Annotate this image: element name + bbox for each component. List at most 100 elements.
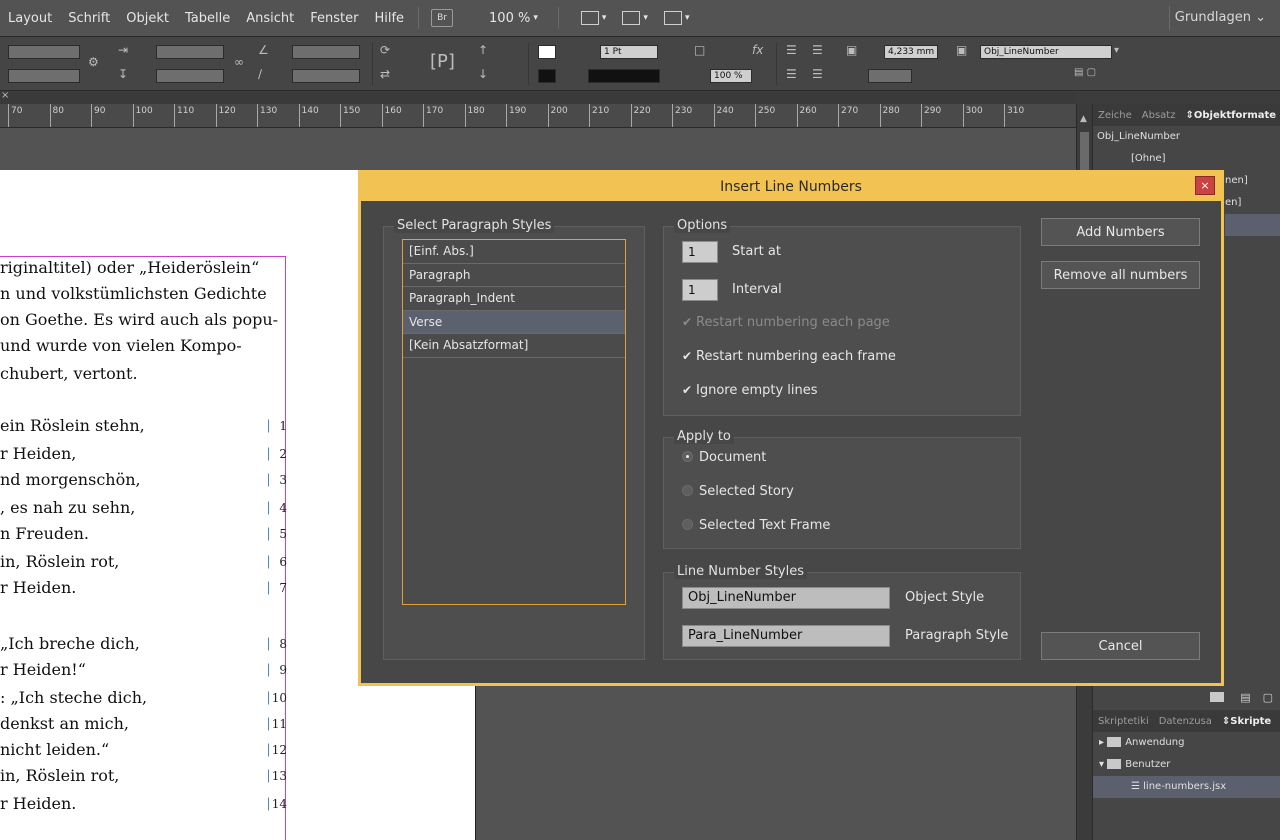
line-number-frame[interactable]: 12: [268, 743, 287, 757]
workspace-switcher[interactable]: Grundlagen ⌄: [1175, 10, 1266, 25]
paragraph-style-item-selected[interactable]: Verse: [403, 310, 625, 334]
tab-data-merge[interactable]: Datenzusa: [1154, 716, 1217, 727]
restart-each-page-checkbox[interactable]: ✔ Restart numbering each page: [682, 315, 890, 330]
line-number-frame[interactable]: 13: [268, 769, 287, 783]
effects-icon[interactable]: fx: [752, 43, 763, 57]
flip-icon[interactable]: ⇄: [380, 67, 390, 81]
chevron-down-icon[interactable]: ▾: [602, 13, 607, 23]
close-icon[interactable]: ×: [1, 90, 9, 101]
frame-fitting-icon[interactable]: □: [694, 43, 705, 57]
script-folder-user[interactable]: ▾ Benutzer: [1093, 754, 1280, 776]
delete-icon[interactable]: ▢: [1263, 691, 1273, 704]
line-number-frame[interactable]: 3: [268, 473, 287, 487]
tab-character[interactable]: Zeiche: [1093, 110, 1137, 121]
scroll-up-icon[interactable]: ▲: [1080, 114, 1087, 124]
add-numbers-button[interactable]: Add Numbers: [1041, 218, 1200, 246]
script-folder-application[interactable]: ▸ Anwendung: [1093, 732, 1280, 754]
line-number-frame[interactable]: 4: [268, 501, 287, 515]
line-number-frame[interactable]: 10: [268, 691, 287, 705]
tab-object-styles[interactable]: ⇕Objektformate: [1180, 110, 1280, 121]
folder-icon: [1107, 737, 1122, 747]
restart-each-frame-checkbox[interactable]: ✔ Restart numbering each frame: [682, 349, 896, 364]
menu-layout[interactable]: Layout: [0, 11, 60, 26]
paragraph-style-item[interactable]: [Einf. Abs.]: [403, 240, 625, 264]
object-style-item[interactable]: [Ohne]: [1093, 148, 1280, 170]
menu-objekt[interactable]: Objekt: [118, 11, 177, 26]
line-number-frame[interactable]: 5: [268, 527, 287, 541]
height-field[interactable]: [156, 69, 224, 83]
menu-schrift[interactable]: Schrift: [60, 11, 118, 26]
chevron-down-icon[interactable]: ▾: [533, 13, 538, 23]
zoom-level[interactable]: 100 %: [489, 11, 530, 26]
line-number-frame[interactable]: 14: [268, 797, 287, 811]
chevron-right-icon[interactable]: ▸: [1099, 737, 1104, 748]
paragraph-style-input[interactable]: Para_LineNumber: [682, 625, 890, 647]
select-content-icon[interactable]: ↓: [478, 67, 488, 81]
paragraph-style-item[interactable]: [Kein Absatzformat]: [403, 334, 625, 358]
distribute-center-icon[interactable]: ☰: [812, 67, 823, 81]
interval-input[interactable]: 1: [682, 279, 718, 301]
tab-script-label[interactable]: Skriptetiki: [1093, 716, 1154, 727]
reference-point-icon[interactable]: ⚙: [88, 55, 99, 69]
align-left-icon[interactable]: ☰: [786, 43, 797, 57]
start-at-input[interactable]: 1: [682, 241, 718, 263]
menu-fenster[interactable]: Fenster: [302, 11, 366, 26]
line-number-frame[interactable]: 7: [268, 581, 287, 595]
rotation-field[interactable]: [292, 45, 360, 59]
line-number-frame[interactable]: 2: [268, 447, 287, 461]
object-style-item-selected[interactable]: [1225, 214, 1280, 236]
tab-scripts[interactable]: ⇕Skripte: [1217, 716, 1276, 727]
bridge-button[interactable]: Br: [431, 9, 454, 27]
stroke-swatch[interactable]: [538, 69, 556, 83]
line-number-frame[interactable]: 1: [268, 419, 287, 433]
x-position-field[interactable]: [8, 45, 80, 59]
remove-all-numbers-button[interactable]: Remove all numbers: [1041, 261, 1200, 289]
paragraph-styles-list[interactable]: [Einf. Abs.] Paragraph Paragraph_Indent …: [402, 239, 626, 605]
corner-shape-select[interactable]: [868, 69, 912, 83]
stroke-type-select[interactable]: [588, 69, 660, 83]
ignore-empty-lines-checkbox[interactable]: ✔ Ignore empty lines: [682, 383, 818, 398]
arrange-documents-icon[interactable]: [663, 11, 682, 25]
menu-hilfe[interactable]: Hilfe: [366, 11, 412, 26]
fill-swatch[interactable]: [538, 45, 556, 59]
chevron-down-icon[interactable]: ▾: [643, 13, 648, 23]
corner-options-icon[interactable]: ▣: [846, 43, 857, 57]
rotate-icon[interactable]: ⟳: [380, 43, 390, 57]
object-style-input[interactable]: Obj_LineNumber: [682, 587, 890, 609]
new-style-icon[interactable]: ▤: [1240, 691, 1250, 704]
line-number-frame[interactable]: 8: [268, 637, 287, 651]
apply-document-radio[interactable]: Document: [682, 450, 766, 465]
chevron-down-icon[interactable]: ▾: [1114, 45, 1119, 56]
apply-selected-frame-radio[interactable]: Selected Text Frame: [682, 518, 830, 533]
menu-ansicht[interactable]: Ansicht: [238, 11, 302, 26]
paragraph-style-item[interactable]: Paragraph: [403, 264, 625, 287]
stroke-weight-field[interactable]: 1 Pt: [600, 45, 658, 59]
style-actions-icon[interactable]: ▤ ▢: [1074, 67, 1096, 78]
paragraph-style-item[interactable]: Paragraph_Indent: [403, 287, 625, 311]
scale-field[interactable]: 100 %: [710, 69, 752, 83]
menu-tabelle[interactable]: Tabelle: [177, 11, 238, 26]
close-button[interactable]: ×: [1195, 176, 1215, 195]
y-position-field[interactable]: [8, 69, 80, 83]
dialog-titlebar[interactable]: Insert Line Numbers ×: [361, 173, 1221, 201]
line-number-frame[interactable]: 9: [268, 663, 287, 677]
line-number-frame[interactable]: 6: [268, 555, 287, 569]
align-center-icon[interactable]: ☰: [812, 43, 823, 57]
script-item[interactable]: ☰ line-numbers.jsx: [1093, 776, 1280, 798]
tab-paragraph[interactable]: Absatz: [1137, 110, 1181, 121]
dimension-field[interactable]: 4,233 mm: [884, 45, 938, 59]
cancel-button[interactable]: Cancel: [1041, 632, 1200, 660]
chevron-down-icon[interactable]: ▾: [1099, 759, 1104, 770]
shear-field[interactable]: [292, 69, 360, 83]
line-number-frame[interactable]: 11: [268, 717, 287, 731]
chevron-down-icon[interactable]: ▾: [685, 13, 690, 23]
view-options-icon[interactable]: [580, 11, 599, 25]
width-field[interactable]: [156, 45, 224, 59]
object-style-select[interactable]: Obj_LineNumber: [980, 45, 1112, 59]
apply-selected-story-radio[interactable]: Selected Story: [682, 484, 794, 499]
select-container-icon[interactable]: ↑: [478, 43, 488, 57]
distribute-icon[interactable]: ☰: [786, 67, 797, 81]
constrain-proportions-icon[interactable]: ∞: [234, 55, 244, 69]
screen-mode-icon[interactable]: [622, 11, 641, 25]
folder-icon[interactable]: [1210, 692, 1225, 702]
